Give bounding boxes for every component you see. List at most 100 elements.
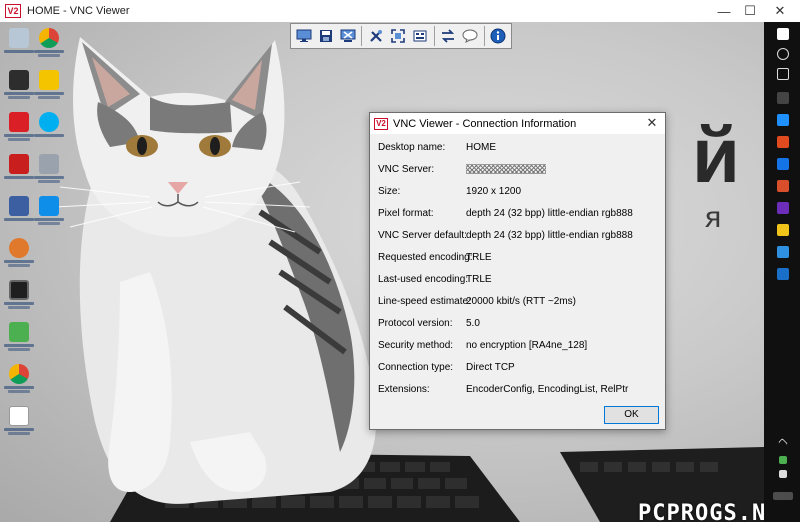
info-row-requested-encoding: Requested encoding: TRLE	[378, 252, 663, 266]
app-icon	[9, 70, 29, 90]
desktop-icon-app-6[interactable]	[2, 238, 36, 278]
edge-icon[interactable]	[777, 114, 789, 126]
vnc-toolbar	[290, 23, 512, 49]
remote-taskbar	[764, 22, 800, 522]
chrome-icon	[39, 28, 59, 48]
info-value: Direct TCP	[466, 362, 515, 373]
info-label: VNC Server:	[378, 164, 435, 175]
desktop-icon-creative-cloud[interactable]	[2, 112, 36, 152]
wallpaper-text-big: й ?	[692, 111, 764, 199]
vnc-logo-icon: V2	[374, 117, 388, 130]
tray-icon[interactable]	[779, 470, 787, 478]
app-icon[interactable]	[777, 268, 789, 280]
save-icon[interactable]	[316, 26, 335, 46]
app-icon	[9, 196, 29, 216]
info-label: VNC Server default:	[378, 230, 467, 241]
info-row-server-default: VNC Server default: depth 24 (32 bpp) li…	[378, 230, 663, 244]
close-button[interactable]: ✕	[760, 0, 800, 22]
transfer-icon[interactable]	[439, 26, 458, 46]
info-label: Last-used encoding:	[378, 274, 469, 285]
info-label: Protocol version:	[378, 318, 453, 329]
creative-cloud-icon	[9, 112, 29, 132]
remote-desktop[interactable]: й ? я	[0, 22, 764, 522]
desktop-icon-chrome[interactable]	[32, 28, 66, 68]
info-value: no encryption [RA4ne_128]	[466, 340, 588, 351]
desktop-icon-app-8[interactable]	[2, 322, 36, 362]
vnc-logo-icon: V2	[5, 4, 21, 18]
info-value: TRLE	[466, 252, 492, 263]
ctrl-alt-del-icon[interactable]	[411, 26, 430, 46]
info-value: 20000 kbit/s (RTT ~2ms)	[466, 296, 576, 307]
desktop-icon-app-3[interactable]	[2, 154, 36, 194]
desktop-icon-app-7[interactable]	[2, 280, 36, 320]
options-icon[interactable]	[366, 26, 385, 46]
check-icon	[39, 70, 59, 90]
info-row-line-speed: Line-speed estimate: 20000 kbit/s (RTT ~…	[378, 296, 663, 310]
app-icon	[9, 322, 29, 342]
desktop-icon-app-4[interactable]	[32, 154, 66, 194]
info-value: TRLE	[466, 274, 492, 285]
start-icon[interactable]	[777, 28, 789, 40]
app-icon	[9, 406, 29, 426]
redacted-mask	[466, 164, 546, 175]
app-icon[interactable]	[777, 202, 789, 214]
info-row-security-method: Security method: no encryption [RA4ne_12…	[378, 340, 663, 354]
info-label: Line-speed estimate:	[378, 296, 471, 307]
desktop-icon-teamviewer[interactable]	[32, 196, 66, 236]
info-row-connection-type: Connection type: Direct TCP	[378, 362, 663, 376]
window-titlebar[interactable]: V2 HOME - VNC Viewer — ☐ ✕	[0, 0, 800, 22]
ok-button[interactable]: OK	[604, 406, 659, 424]
connection-info-dialog: V2 VNC Viewer - Connection Information ✕…	[369, 112, 666, 430]
info-value: 5.0	[466, 318, 480, 329]
info-label: Security method:	[378, 340, 454, 351]
info-value: 1920 x 1200	[466, 186, 522, 197]
app-icon[interactable]	[777, 92, 789, 104]
app-icon	[9, 364, 29, 384]
info-label: Size:	[378, 186, 401, 197]
chevron-up-icon[interactable]	[778, 438, 788, 448]
info-row-last-used-encoding: Last-used encoding: TRLE	[378, 274, 663, 288]
desktop-icon-app-1[interactable]	[2, 70, 36, 110]
app-icon	[9, 238, 29, 258]
dialog-close-button[interactable]: ✕	[643, 114, 661, 132]
dialog-titlebar[interactable]: V2 VNC Viewer - Connection Information ✕	[370, 113, 665, 134]
film-icon	[9, 280, 29, 300]
app-icon[interactable]	[777, 158, 789, 170]
info-label: Desktop name:	[378, 142, 446, 153]
chat-icon[interactable]	[461, 26, 480, 46]
skype-icon	[39, 112, 59, 132]
desktop-icon-app-2[interactable]	[32, 70, 66, 110]
desktop-icon-skype[interactable]	[32, 112, 66, 152]
cat-image	[54, 37, 377, 504]
search-icon[interactable]	[777, 48, 789, 60]
info-row-desktop-name: Desktop name: HOME	[378, 142, 663, 156]
wallpaper-text-small: я	[705, 201, 721, 234]
tray-icon[interactable]	[779, 456, 787, 464]
task-view-icon[interactable]	[777, 68, 789, 80]
desktop-icon-app-9[interactable]	[2, 364, 36, 404]
desktop-icon-app-10[interactable]	[2, 406, 36, 446]
desktop-icon-app-5[interactable]	[2, 196, 36, 236]
info-label: Connection type:	[378, 362, 454, 373]
info-value: depth 24 (32 bpp) little-endian rgb888	[466, 230, 633, 241]
info-row-size: Size: 1920 x 1200	[378, 186, 663, 200]
info-label: Requested encoding:	[378, 252, 473, 263]
info-label: Extensions:	[378, 384, 430, 395]
app-icon[interactable]	[777, 180, 789, 192]
recycle-bin-icon	[9, 28, 29, 48]
fullscreen-icon[interactable]	[388, 26, 407, 46]
info-row-extensions: Extensions: EncoderConfig, EncodingList,…	[378, 384, 663, 398]
info-row-protocol-version: Protocol version: 5.0	[378, 318, 663, 332]
window-title: HOME - VNC Viewer	[27, 5, 130, 17]
monitor-icon[interactable]	[294, 26, 313, 46]
clock[interactable]	[773, 492, 793, 500]
info-icon[interactable]	[489, 26, 508, 46]
app-icon[interactable]	[777, 246, 789, 258]
disconnect-icon[interactable]	[338, 26, 357, 46]
info-value: HOME	[466, 142, 496, 153]
dialog-title: VNC Viewer - Connection Information	[393, 117, 577, 130]
app-icon[interactable]	[777, 224, 789, 236]
desktop-icon-recycle-bin[interactable]	[2, 28, 36, 68]
info-value-redacted	[466, 164, 546, 175]
app-icon[interactable]	[777, 136, 789, 148]
